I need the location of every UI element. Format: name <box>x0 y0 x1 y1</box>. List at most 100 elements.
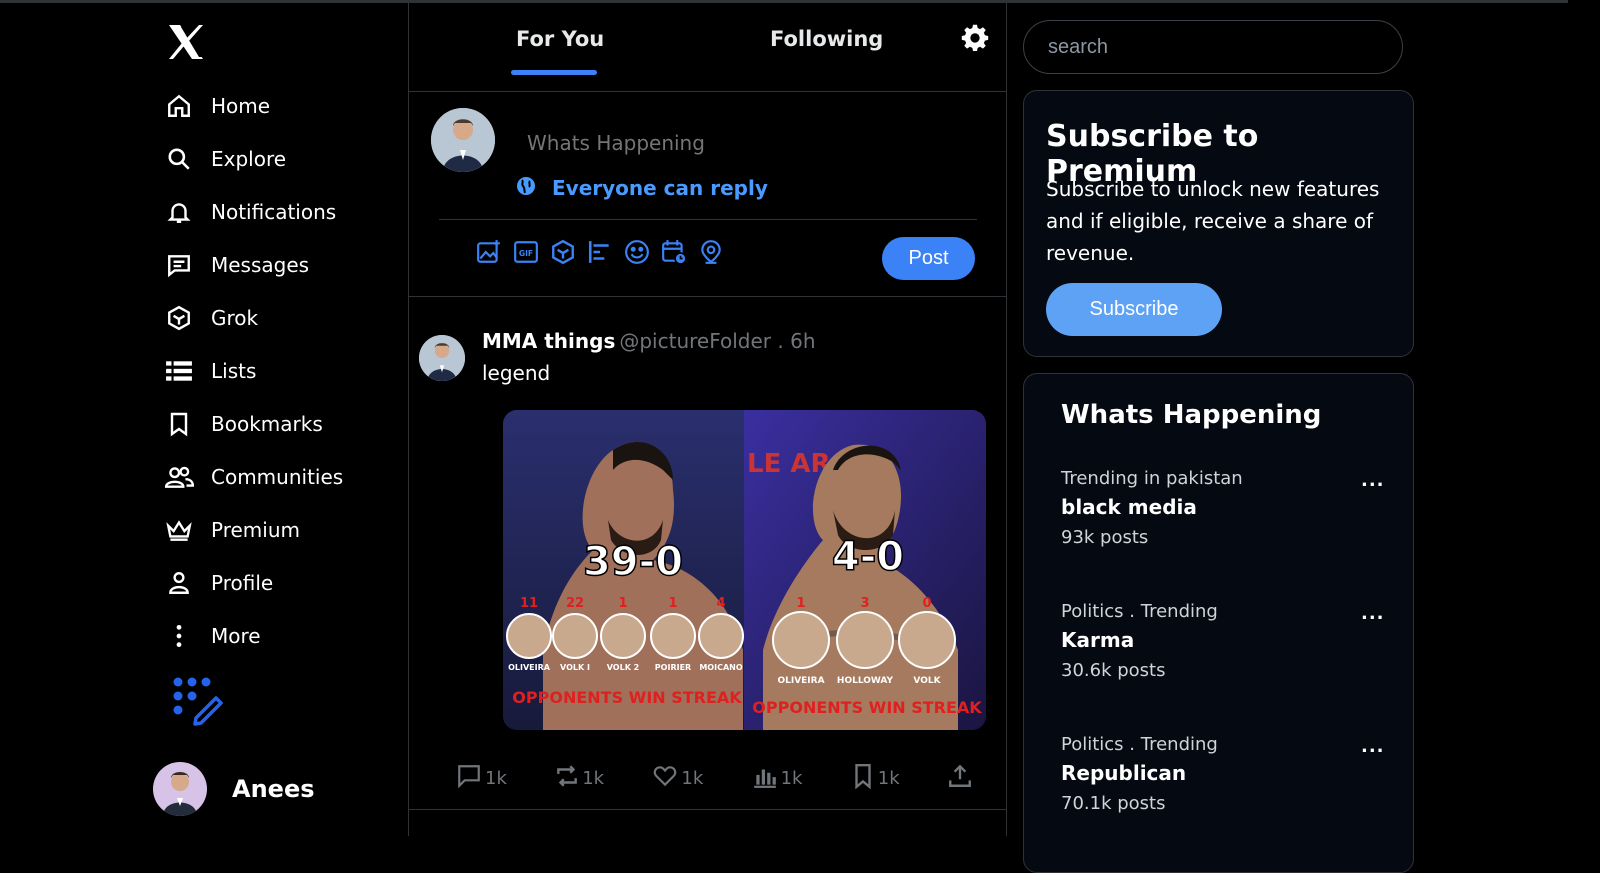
svg-text:GIF: GIF <box>519 249 533 258</box>
avatar[interactable] <box>419 335 465 381</box>
svg-text:VOLK: VOLK <box>913 676 941 686</box>
bookmark-button[interactable]: 1k <box>848 763 900 794</box>
crown-icon <box>164 515 194 545</box>
schedule-icon[interactable] <box>660 238 688 266</box>
search-box <box>1023 20 1403 74</box>
post-button[interactable]: Post <box>882 237 975 280</box>
svg-text:3: 3 <box>860 596 869 611</box>
tweet-text: legend <box>482 361 551 385</box>
views-button[interactable]: 1k <box>749 763 803 794</box>
reply-count: 1k <box>485 768 507 789</box>
person-icon <box>164 568 194 598</box>
media-record-right: 4-0 <box>832 534 904 580</box>
trend-category: Politics . Trending <box>1061 734 1218 755</box>
poll-icon[interactable] <box>586 238 614 266</box>
nav-profile[interactable]: Profile <box>164 563 273 603</box>
svg-text:11: 11 <box>520 596 538 611</box>
trend-category: Trending in pakistan <box>1061 468 1243 489</box>
nav-label: Lists <box>211 359 257 383</box>
bell-icon <box>164 197 194 227</box>
reply-icon <box>455 763 483 794</box>
bookmark-icon <box>850 763 876 794</box>
nav-premium[interactable]: Premium <box>164 510 300 550</box>
tab-following[interactable]: Following <box>770 27 883 51</box>
emoji-icon[interactable] <box>623 238 651 266</box>
more-horizontal-icon[interactable]: ... <box>1361 470 1385 491</box>
nav-more[interactable]: More <box>164 616 261 656</box>
svg-text:OLIVEIRA: OLIVEIRA <box>777 676 824 686</box>
composer-divider <box>439 219 977 220</box>
tab-for-you[interactable]: For You <box>516 27 604 51</box>
nav-communities[interactable]: Communities <box>164 457 343 497</box>
timeline: For You Following Everyone can reply GIF… <box>408 3 1007 836</box>
nav-explore[interactable]: Explore <box>164 139 286 179</box>
nav-messages[interactable]: Messages <box>164 245 309 285</box>
location-icon[interactable] <box>697 238 725 266</box>
retweet-button[interactable]: 1k <box>552 763 604 794</box>
nav-label: Messages <box>211 253 310 277</box>
views-icon <box>751 763 779 794</box>
share-button[interactable] <box>945 763 973 794</box>
svg-text:VOLK I: VOLK I <box>560 663 590 672</box>
timeline-tabs: For You Following <box>409 3 1007 92</box>
trend-count: 30.6k posts <box>1061 660 1166 681</box>
trend-item[interactable]: Politics . Trending Karma 30.6k posts ..… <box>1061 601 1384 681</box>
media-record-left: 39-0 <box>583 539 683 585</box>
svg-text:1: 1 <box>668 596 677 611</box>
gif-icon[interactable]: GIF <box>512 238 540 266</box>
communities-icon <box>164 462 194 492</box>
avatar <box>431 108 495 172</box>
nav-lists[interactable]: Lists <box>164 351 256 391</box>
tweet-author-name[interactable]: MMA things <box>482 329 615 353</box>
reply-setting-label: Everyone can reply <box>552 176 768 200</box>
premium-card: Subscribe to Premium Subscribe to unlock… <box>1023 90 1414 357</box>
account-switcher[interactable]: Anees <box>153 762 315 816</box>
post-composer: Everyone can reply GIF Post <box>409 92 1007 297</box>
media-banner: LE AR <box>747 449 831 479</box>
message-icon <box>164 250 194 280</box>
search-input[interactable] <box>1046 35 1366 60</box>
svg-text:OLIVEIRA: OLIVEIRA <box>508 663 551 672</box>
nav-notifications[interactable]: Notifications <box>164 192 336 232</box>
tweet-header: MMA things @pictureFolder . 6h <box>482 329 816 353</box>
tweet-author-handle: @pictureFolder . 6h <box>619 329 816 353</box>
composer-toolbar: GIF <box>475 238 734 266</box>
trend-item[interactable]: Politics . Trending Republican 70.1k pos… <box>1061 734 1384 814</box>
compose-post-icon[interactable] <box>172 676 224 726</box>
nav-grok[interactable]: Grok <box>164 298 258 338</box>
image-icon[interactable] <box>475 238 503 266</box>
media-caption-right: OPPONENTS WIN STREAK <box>752 698 982 717</box>
user-name: Anees <box>232 775 315 803</box>
like-button[interactable]: 1k <box>649 763 703 794</box>
nav-bookmarks[interactable]: Bookmarks <box>164 404 323 444</box>
tweet-media-image[interactable]: LE AR 39-0 4-0 11 22 1 1 4 OLIVEIRA VOLK… <box>503 410 986 730</box>
search-icon <box>164 144 194 174</box>
compose-input[interactable] <box>525 130 925 156</box>
reply-setting[interactable]: Everyone can reply <box>516 176 768 200</box>
home-icon <box>164 91 194 121</box>
nav-label: Grok <box>211 306 259 330</box>
trend-category: Politics . Trending <box>1061 601 1218 622</box>
svg-text:1: 1 <box>618 596 627 611</box>
views-count: 1k <box>780 768 803 789</box>
reply-button[interactable]: 1k <box>453 763 507 794</box>
premium-description: Subscribe to unlock new features and if … <box>1046 177 1380 265</box>
trend-item[interactable]: Trending in pakistan black media 93k pos… <box>1061 468 1384 548</box>
globe-icon <box>516 176 536 200</box>
more-horizontal-icon[interactable]: ... <box>1361 736 1385 757</box>
nav-home[interactable]: Home <box>164 86 270 126</box>
more-horizontal-icon[interactable]: ... <box>1361 603 1385 624</box>
subscribe-button[interactable]: Subscribe <box>1046 283 1222 336</box>
x-logo-icon[interactable] <box>166 22 206 62</box>
nav-label: Communities <box>211 465 344 489</box>
gear-icon[interactable] <box>961 23 989 51</box>
nav-label: Explore <box>211 147 287 171</box>
avatar <box>153 762 207 816</box>
trends-title: Whats Happening <box>1061 400 1322 430</box>
retweet-count: 1k <box>582 768 605 789</box>
nav-label: Premium <box>211 518 300 542</box>
like-count: 1k <box>681 768 704 789</box>
svg-text:POIRIER: POIRIER <box>655 663 691 672</box>
grok-icon[interactable] <box>549 238 577 266</box>
tweet[interactable]: MMA things @pictureFolder . 6h legend LE … <box>409 298 1007 810</box>
